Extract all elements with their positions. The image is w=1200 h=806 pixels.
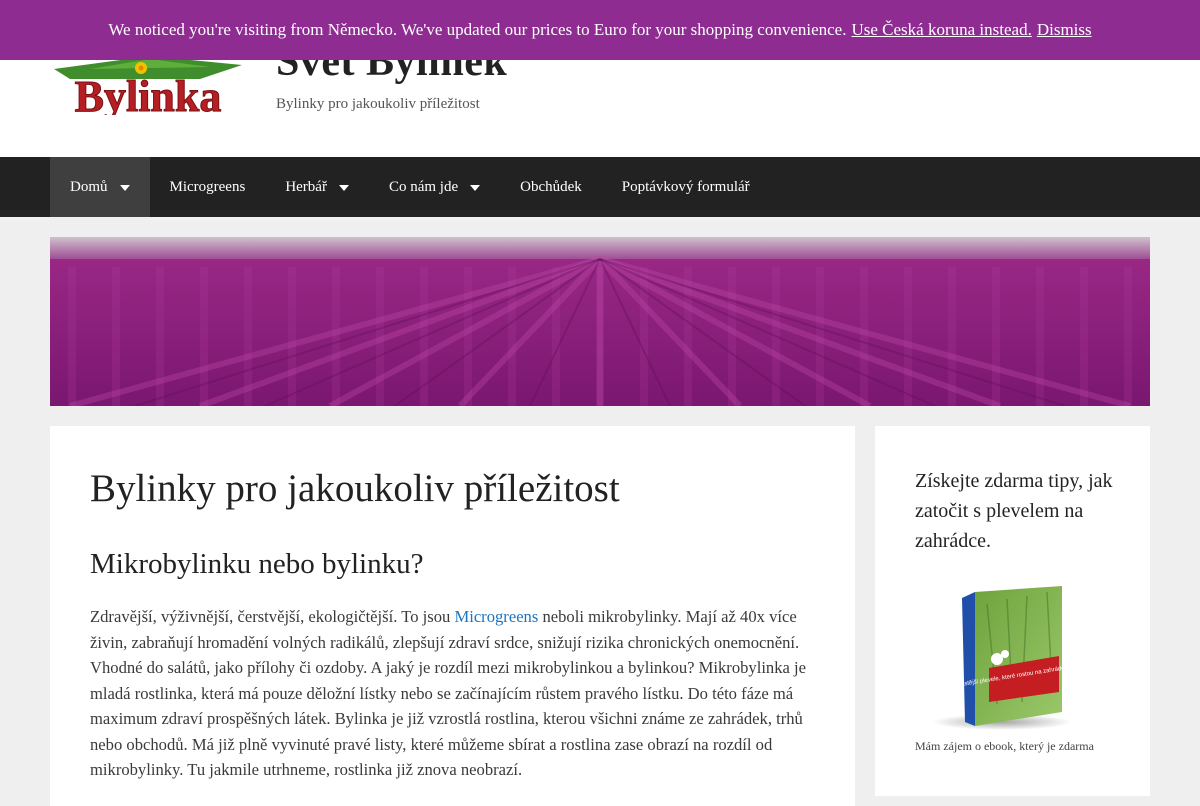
intro-paragraph: Zdravější, výživnější, čerstvější, ekolo… [90,604,818,783]
use-czk-link[interactable]: Use Česká koruna instead. [851,20,1031,40]
nav-label: Obchůdek [520,178,582,195]
sidebar-widget: Získejte zdarma tipy, jak zatočit s plev… [875,426,1150,796]
nav-label: Microgreens [169,178,246,195]
nav-label: Herbář [285,178,327,195]
currency-notice-bar: We noticed you're visiting from Německo.… [0,0,1200,60]
notice-message: We noticed you're visiting from Německo.… [108,20,847,39]
dismiss-link[interactable]: Dismiss [1037,20,1092,40]
dropdown-caret-icon [338,185,349,191]
microgreens-link[interactable]: Microgreens [454,607,538,626]
header-banner-image [50,237,1150,406]
site-tagline: Bylinky pro jakoukoliv příležitost [276,96,480,112]
main-navigation: Domů Microgreens Herbář Co nám jde Obchů… [0,157,1200,217]
dropdown-caret-icon [470,185,481,191]
widget-title: Získejte zdarma tipy, jak zatočit s plev… [915,470,1113,552]
nav-label: Co nám jde [388,178,459,195]
nav-item-obchudek[interactable]: Obchůdek [500,157,602,217]
dropdown-caret-icon [119,185,130,191]
nav-item-poptavkovy-formular[interactable]: Poptávkový formulář [602,157,770,217]
nav-item-domu[interactable]: Domů [50,157,150,217]
nav-label: Domů [70,178,108,195]
section-heading: Mikrobylinku nebo bylinku? [90,548,424,580]
main-article: Bylinky pro jakoukoliv příležitost Mikro… [50,426,855,806]
para-text-end: neboli mikrobylinky. Mají až 40x více ži… [90,607,807,779]
logo-text: Bylinka [75,72,222,115]
nav-item-herbar[interactable]: Herbář [265,157,369,217]
para-text-start: Zdravější, výživnější, čerstvější, ekolo… [90,607,455,626]
ebook-cover-image[interactable]: Nejčastější plevele, které rostou na zah… [927,584,1099,734]
nav-label: Poptávkový formulář [621,178,750,195]
site-logo[interactable]: Bylinka [50,55,246,122]
ebook-caption: Mám zájem o ebook, který je zdarma [915,739,1094,753]
page-title: Bylinky pro jakoukoliv příležitost [90,467,620,510]
nav-item-microgreens[interactable]: Microgreens [150,157,266,217]
nav-item-co-nam-jde[interactable]: Co nám jde [369,157,500,217]
